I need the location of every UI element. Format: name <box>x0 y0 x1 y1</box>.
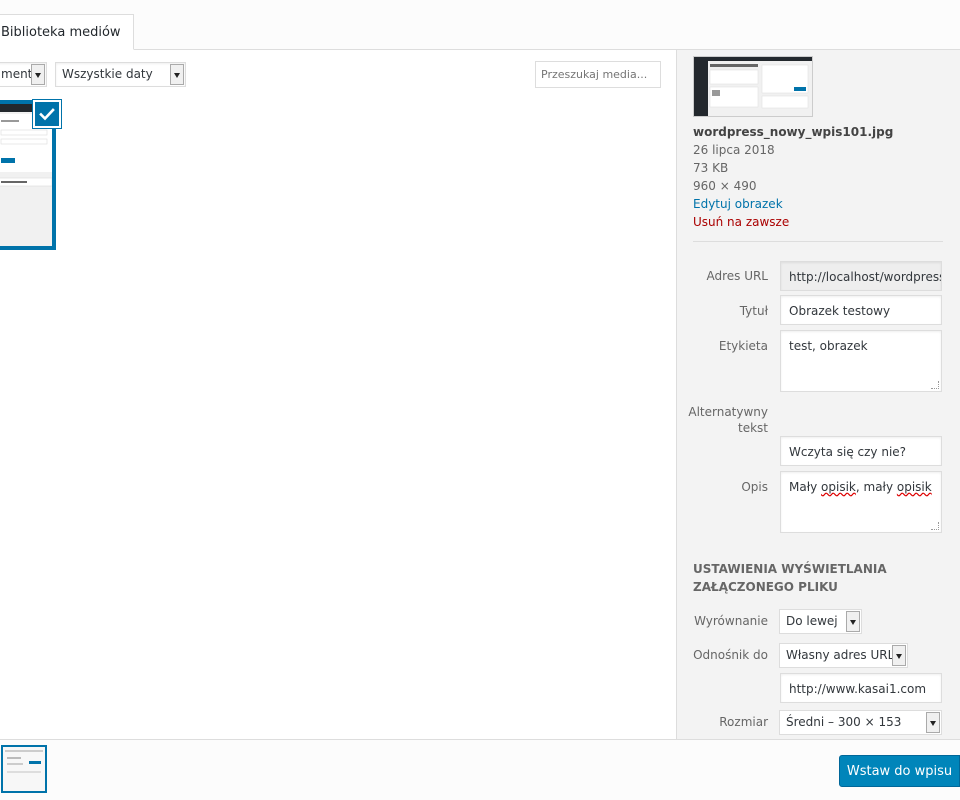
alignment-select[interactable]: Do lewej <box>779 609 862 634</box>
display-settings-title: USTAWIENIA WYŚWIETLANIA ZAŁĄCZONEGO PLIK… <box>693 562 887 594</box>
alignment-label: Wyrównanie <box>694 614 768 628</box>
chevron-down-icon[interactable] <box>31 64 45 85</box>
caption-field-value: test, obrazek <box>789 339 868 353</box>
media-router: Biblioteka mediów <box>0 0 960 50</box>
size-label: Rozmiar <box>719 715 768 729</box>
attachment-preview <box>693 56 813 117</box>
edit-image-link[interactable]: Edytuj obrazek <box>693 195 783 213</box>
size-select-value: Średni – 300 × 153 <box>786 715 902 729</box>
chevron-down-icon[interactable] <box>892 645 906 666</box>
resize-handle-icon[interactable] <box>931 522 939 530</box>
divider <box>693 241 943 242</box>
attachment-size: 73 KB <box>693 161 729 175</box>
search-input[interactable] <box>535 61 661 88</box>
preview-image <box>694 57 812 116</box>
media-type-filter[interactable]: menty <box>0 62 47 87</box>
link-to-label: Odnośnik do <box>693 648 768 662</box>
caption-label: Etykieta <box>718 339 768 353</box>
date-filter[interactable]: Wszystkie daty <box>55 62 186 87</box>
checkmark-icon[interactable] <box>33 100 61 128</box>
alt-text-label: Alternatywny tekst <box>688 404 768 436</box>
description-text-3: , mały <box>855 480 897 494</box>
selection-thumbnail-image <box>3 747 45 791</box>
attachment-filename: wordpress_nowy_wpis101.jpg <box>693 125 894 139</box>
caption-field[interactable]: test, obrazek <box>780 330 942 392</box>
description-field[interactable]: Mały opisik, mały opisik <box>780 471 942 533</box>
tab-media-library[interactable]: Biblioteka mediów <box>0 14 134 50</box>
title-label: Tytuł <box>739 304 768 318</box>
insert-into-post-button[interactable]: Wstaw do wpisu <box>839 755 960 787</box>
attachment-date: 26 lipca 2018 <box>693 143 775 157</box>
date-filter-value: Wszystkie daty <box>62 67 153 81</box>
alignment-select-value: Do lewej <box>786 614 838 628</box>
chevron-down-icon[interactable] <box>846 611 860 632</box>
link-to-select-value: Własny adres URL <box>786 648 895 662</box>
alt-text-field[interactable]: Wczyta się czy nie? <box>780 436 942 466</box>
size-select[interactable]: Średni – 300 × 153 <box>779 710 942 735</box>
url-label: Adres URL <box>706 269 768 283</box>
selection-thumbnail[interactable] <box>1 745 47 793</box>
link-url-field[interactable]: http://www.kasai1.com <box>780 673 942 703</box>
chevron-down-icon[interactable] <box>926 712 940 733</box>
attachment-dimensions: 960 × 490 <box>693 179 757 193</box>
description-text-4: opisik <box>896 480 932 494</box>
resize-handle-icon[interactable] <box>931 381 939 389</box>
media-toolbar-bottom <box>0 739 960 800</box>
title-field[interactable]: Obrazek testowy <box>780 295 942 325</box>
chevron-down-icon[interactable] <box>170 64 184 85</box>
alt-text-label-line2: tekst <box>738 421 768 435</box>
description-text-1: Mały <box>789 480 822 494</box>
description-label: Opis <box>741 480 768 494</box>
link-to-select[interactable]: Własny adres URL <box>779 643 908 668</box>
url-field[interactable]: http://localhost/wordpress/ <box>780 261 942 291</box>
description-text-2: opisik <box>821 480 856 494</box>
alt-text-label-line1: Alternatywny <box>688 405 768 419</box>
delete-permanently-link[interactable]: Usuń na zawsze <box>693 213 789 231</box>
